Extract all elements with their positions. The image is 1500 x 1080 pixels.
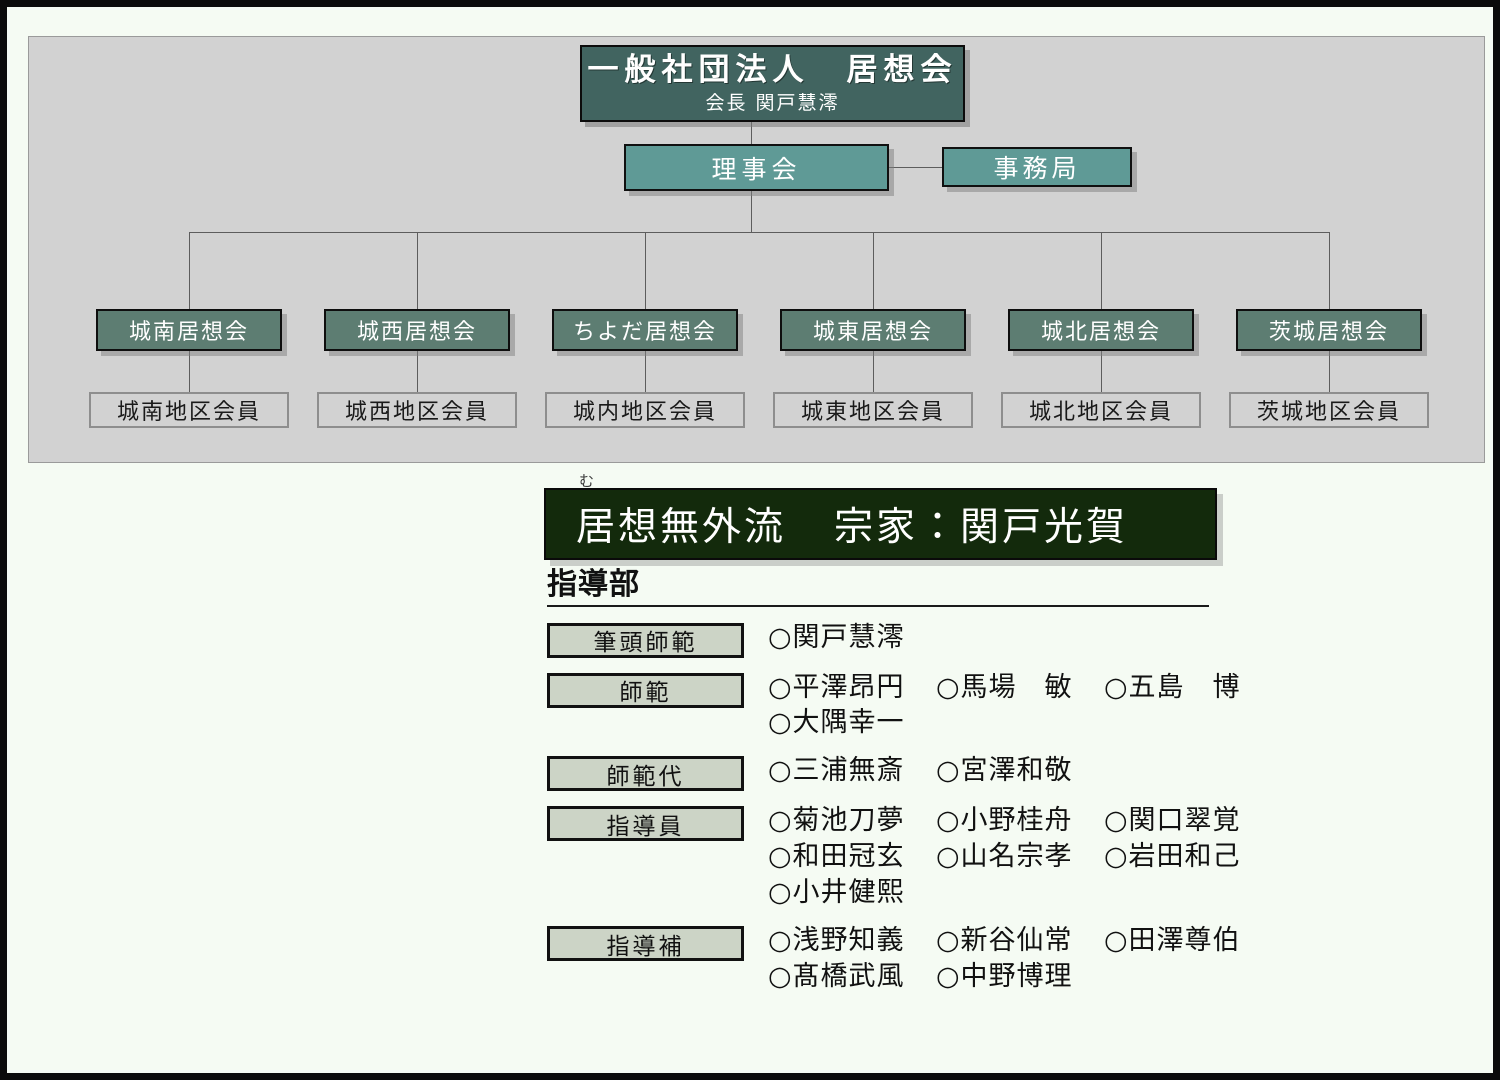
connector-bus-drop-5	[1101, 232, 1102, 309]
school-banner: む 居想無外流 宗家：関戸光賀	[544, 488, 1217, 560]
member-name: ○浅野知義	[768, 923, 936, 959]
soke-name: 宗家：関戸光賀	[834, 496, 1128, 552]
rank-members-shidoho: ○浅野知義 ○新谷仙常 ○田澤尊伯 ○髙橋武風 ○中野博理	[744, 923, 1272, 995]
member-name: ○馬場 敏	[936, 670, 1104, 706]
name-line: ○三浦無斎 ○宮澤和敬	[768, 753, 1247, 789]
org-node-root: 一般社団法人 居想会 会長 関戸慧澪	[580, 45, 965, 122]
member-name: ○関戸慧澪	[768, 620, 936, 656]
connector-branch-to-member-1	[189, 351, 190, 392]
connector-branch-to-member-6	[1329, 351, 1330, 392]
org-node-board: 理事会	[624, 144, 889, 191]
rank-label-shihan: 師範	[547, 673, 744, 708]
rank-label-hitto-shihan: 筆頭師範	[547, 623, 744, 658]
instruction-department: 指導部 筆頭師範 ○関戸慧澪 師範 ○平澤昂円 ○馬場 敏 ○五島 博 ○大隅幸…	[547, 569, 1247, 1007]
connector-board-to-office	[889, 167, 942, 168]
rank-row-shihan: 師範 ○平澤昂円 ○馬場 敏 ○五島 博 ○大隅幸一	[547, 670, 1247, 742]
org-node-members-ibaraki: 茨城地区会員	[1229, 392, 1429, 428]
org-node-members-johoku: 城北地区会員	[1001, 392, 1201, 428]
org-node-members-chiyoda: 城内地区会員	[545, 392, 745, 428]
connector-bus-drop-2	[417, 232, 418, 309]
member-name: ○山名宗孝	[936, 839, 1104, 875]
name-line: ○浅野知義 ○新谷仙常 ○田澤尊伯	[768, 923, 1272, 959]
department-title: 指導部	[547, 569, 1247, 605]
name-line: ○菊池刀夢 ○小野桂舟 ○関口翠覚	[768, 803, 1272, 839]
rank-row-shidoho: 指導補 ○浅野知義 ○新谷仙常 ○田澤尊伯 ○髙橋武風 ○中野博理	[547, 923, 1247, 995]
org-node-branch-johoku: 城北居想会	[1008, 309, 1194, 351]
name-line: ○平澤昂円 ○馬場 敏 ○五島 博	[768, 670, 1272, 706]
connector-branch-to-member-2	[417, 351, 418, 392]
org-root-title: 一般社団法人 居想会	[588, 53, 958, 89]
rank-row-shidoin: 指導員 ○菊池刀夢 ○小野桂舟 ○関口翠覚 ○和田冠玄 ○山名宗孝 ○岩田和己 …	[547, 803, 1247, 911]
name-line: ○関戸慧澪	[768, 620, 1247, 656]
school-name-with-ruby: む 居想無外流	[576, 496, 786, 552]
rank-row-hitto-shihan: 筆頭師範 ○関戸慧澪	[547, 620, 1247, 658]
org-chart-panel: 一般社団法人 居想会 会長 関戸慧澪 理事会 事務局 城南居想会 城西居想会 ち…	[28, 36, 1485, 463]
connector-root-to-board	[751, 122, 752, 144]
member-name: ○岩田和己	[1104, 839, 1272, 875]
connector-board-to-bus	[751, 191, 752, 232]
member-name: ○関口翠覚	[1104, 803, 1272, 839]
org-node-branch-josai: 城西居想会	[324, 309, 510, 351]
member-name: ○三浦無斎	[768, 753, 936, 789]
page-root: 一般社団法人 居想会 会長 関戸慧澪 理事会 事務局 城南居想会 城西居想会 ち…	[0, 0, 1500, 1080]
rank-label-shihandai: 師範代	[547, 756, 744, 791]
connector-bus-drop-1	[189, 232, 190, 309]
rank-label-shidoho: 指導補	[547, 926, 744, 961]
org-node-members-joto: 城東地区会員	[773, 392, 973, 428]
member-name: ○五島 博	[1104, 670, 1272, 706]
member-name: ○平澤昂円	[768, 670, 936, 706]
connector-bus-drop-3	[645, 232, 646, 309]
rank-label-shidoin: 指導員	[547, 806, 744, 841]
connector-branch-to-member-3	[645, 351, 646, 392]
connector-branch-bus	[189, 232, 1329, 233]
rank-members-shihandai: ○三浦無斎 ○宮澤和敬	[744, 753, 1247, 789]
rank-row-shihandai: 師範代 ○三浦無斎 ○宮澤和敬	[547, 753, 1247, 791]
rank-members-shidoin: ○菊池刀夢 ○小野桂舟 ○関口翠覚 ○和田冠玄 ○山名宗孝 ○岩田和己 ○小井健…	[744, 803, 1272, 911]
name-line: ○大隅幸一	[768, 705, 1272, 741]
name-line: ○和田冠玄 ○山名宗孝 ○岩田和己	[768, 839, 1272, 875]
school-name: 居想無外流	[576, 505, 786, 550]
member-name: ○和田冠玄	[768, 839, 936, 875]
connector-bus-drop-6	[1329, 232, 1330, 309]
org-node-branch-chiyoda: ちよだ居想会	[552, 309, 738, 351]
connector-branch-to-member-5	[1101, 351, 1102, 392]
name-line: ○小井健熙	[768, 875, 1272, 911]
member-name: ○大隅幸一	[768, 705, 936, 741]
org-node-branch-jonan: 城南居想会	[96, 309, 282, 351]
member-name: ○新谷仙常	[936, 923, 1104, 959]
member-name: ○小井健熙	[768, 875, 936, 911]
name-line: ○髙橋武風 ○中野博理	[768, 959, 1272, 995]
org-node-office: 事務局	[942, 147, 1132, 187]
org-node-members-josai: 城西地区会員	[317, 392, 517, 428]
connector-branch-to-member-4	[873, 351, 874, 392]
ruby-annotation: む	[579, 470, 594, 491]
org-node-branch-joto: 城東居想会	[780, 309, 966, 351]
org-node-branch-ibaraki: 茨城居想会	[1236, 309, 1422, 351]
member-name: ○田澤尊伯	[1104, 923, 1272, 959]
member-name: ○宮澤和敬	[936, 753, 1104, 789]
org-node-members-jonan: 城南地区会員	[89, 392, 289, 428]
member-name: ○菊池刀夢	[768, 803, 936, 839]
connector-bus-drop-4	[873, 232, 874, 309]
member-name: ○中野博理	[936, 959, 1104, 995]
rank-members-shihan: ○平澤昂円 ○馬場 敏 ○五島 博 ○大隅幸一	[744, 670, 1272, 742]
department-divider	[547, 605, 1209, 607]
org-root-subtitle: 会長 関戸慧澪	[705, 91, 839, 116]
rank-members-hitto-shihan: ○関戸慧澪	[744, 620, 1247, 656]
member-name: ○小野桂舟	[936, 803, 1104, 839]
member-name: ○髙橋武風	[768, 959, 936, 995]
